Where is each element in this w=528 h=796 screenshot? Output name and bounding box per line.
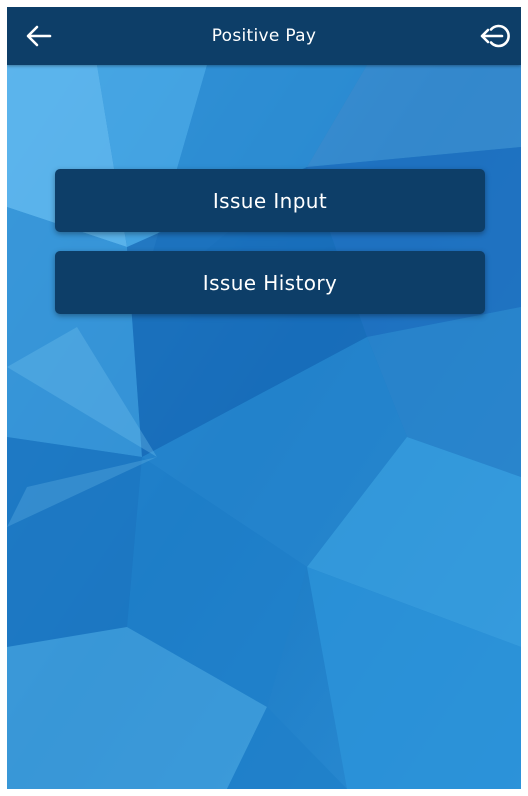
- issue-history-button[interactable]: Issue History: [55, 251, 485, 314]
- back-button[interactable]: [19, 16, 59, 56]
- top-app-bar: Positive Pay: [7, 7, 521, 65]
- issue-history-label: Issue History: [202, 270, 338, 295]
- logout-button[interactable]: [475, 16, 519, 56]
- arrow-left-icon: [26, 25, 52, 47]
- app-screen: Positive Pay Issue Input Issue History: [7, 7, 521, 789]
- issue-input-label: Issue Input: [212, 188, 328, 213]
- page-title: Positive Pay: [211, 26, 317, 46]
- background-polygon-pattern: [7, 7, 521, 789]
- issue-input-button[interactable]: Issue Input: [55, 169, 485, 232]
- logout-icon: [480, 24, 510, 48]
